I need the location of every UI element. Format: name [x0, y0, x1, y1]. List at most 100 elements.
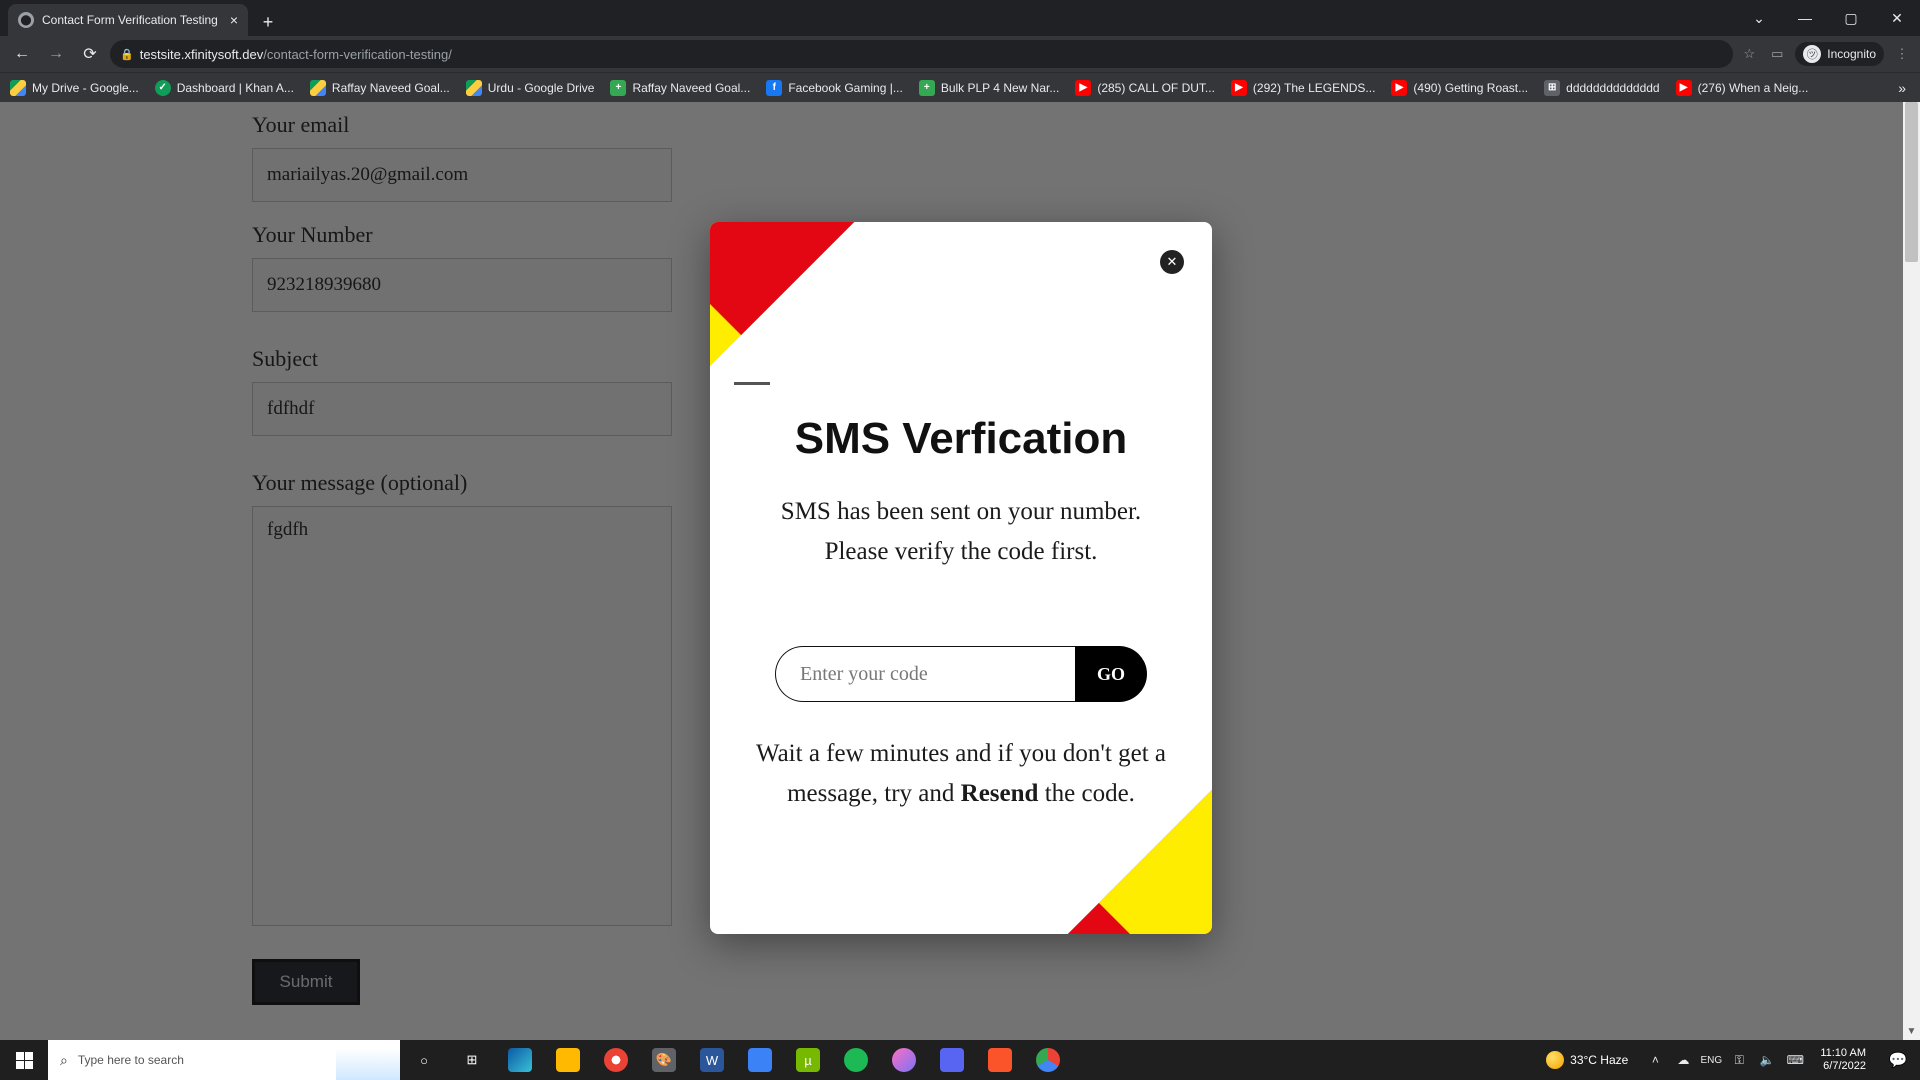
maximize-button[interactable]: ▢: [1828, 0, 1874, 36]
taskbar-edge-button[interactable]: [496, 1040, 544, 1080]
taskbar-paint-button[interactable]: 🎨: [640, 1040, 688, 1080]
taskbar-utorrent-button[interactable]: µ: [784, 1040, 832, 1080]
weather-icon: [1546, 1051, 1564, 1069]
bookmark-item[interactable]: + Bulk PLP 4 New Nar...: [919, 80, 1060, 96]
plus-icon: +: [610, 80, 626, 96]
green-icon: ✓: [155, 80, 171, 96]
vertical-scrollbar[interactable]: ▲ ▼: [1903, 102, 1920, 1040]
tray-onedrive-icon[interactable]: ☁: [1672, 1053, 1694, 1067]
resend-link[interactable]: Resend: [961, 780, 1039, 807]
taskbar-word-button[interactable]: W: [688, 1040, 736, 1080]
bookmark-item[interactable]: ✓Dashboard | Khan A...: [155, 80, 294, 96]
taskbar-taskview-button[interactable]: ⊞: [448, 1040, 496, 1080]
new-tab-button[interactable]: +: [254, 8, 282, 36]
spotify-icon: [844, 1048, 868, 1072]
yt-icon: ▶: [1676, 80, 1692, 96]
scroll-down-arrow[interactable]: ▼: [1903, 1023, 1920, 1040]
taskbar-spotify-button[interactable]: [832, 1040, 880, 1080]
chrome-icon: [1036, 1048, 1060, 1072]
browser-tab[interactable]: ⬤ Contact Form Verification Testing ×: [8, 4, 248, 36]
kebab-menu-icon[interactable]: ⋮: [1892, 46, 1912, 62]
word-icon: W: [700, 1048, 724, 1072]
system-tray: 33°C Haze ˄ ☁ ENG ⚿ 🔈 ⌨ 11:10 AM 6/7/202…: [1546, 1040, 1920, 1080]
tray-language-icon[interactable]: ENG: [1700, 1055, 1722, 1066]
bookmark-label: Raffay Naveed Goal...: [332, 81, 450, 95]
decorative-corner-tl: [710, 222, 854, 366]
bookmarks-bar: My Drive - Google... ✓Dashboard | Khan A.…: [0, 72, 1920, 102]
taskbar-clock[interactable]: 11:10 AM 6/7/2022: [1812, 1047, 1874, 1073]
fb-icon: f: [766, 80, 782, 96]
bookmarks-overflow[interactable]: »: [1898, 80, 1910, 96]
tray-volume-icon[interactable]: 🔈: [1756, 1053, 1778, 1067]
forward-button[interactable]: →: [42, 45, 70, 63]
tray-wifi-icon[interactable]: ⚿: [1728, 1053, 1750, 1068]
bookmark-label: Bulk PLP 4 New Nar...: [941, 81, 1060, 95]
brave-icon: [988, 1048, 1012, 1072]
bookmark-item[interactable]: ▶ (292) The LEGENDS...: [1231, 80, 1376, 96]
taskbar-todo-button[interactable]: [736, 1040, 784, 1080]
window-controls: ⌄ — ▢ ✕: [1736, 0, 1920, 36]
bookmark-label: Facebook Gaming |...: [788, 81, 903, 95]
scrollbar-thumb[interactable]: [1905, 102, 1918, 262]
taskbar-search[interactable]: ⌕ Type here to search: [48, 1040, 400, 1080]
windows-logo-icon: [16, 1052, 33, 1069]
taskbar-explorer-button[interactable]: [544, 1040, 592, 1080]
decorative-dash: [734, 382, 770, 385]
taskbar-messenger-button[interactable]: [880, 1040, 928, 1080]
bookmark-label: Urdu - Google Drive: [488, 81, 595, 95]
bookmark-item[interactable]: +Raffay Naveed Goal...: [610, 80, 750, 96]
drive-icon: [466, 80, 482, 96]
address-bar[interactable]: 🔒 testsite.xfinitysoft.dev/contact-form-…: [110, 40, 1733, 68]
tray-chevron-up-icon[interactable]: ˄: [1644, 1053, 1666, 1067]
start-button[interactable]: [0, 1040, 48, 1080]
weather-widget[interactable]: 33°C Haze: [1546, 1051, 1628, 1069]
edge-icon: [508, 1048, 532, 1072]
bookmark-item[interactable]: f Facebook Gaming |...: [766, 80, 903, 96]
bookmark-item[interactable]: My Drive - Google...: [10, 80, 139, 96]
yt-icon: ▶: [1231, 80, 1247, 96]
chrome-red-icon: [604, 1048, 628, 1072]
windows-taskbar: ⌕ Type here to search ○ ⊞ 🎨 Wµ 33°C Haze ˄ …: [0, 1040, 1920, 1080]
sms-verification-modal: ✕ SMS Verfication SMS has been sent on y…: [710, 222, 1212, 934]
incognito-icon: ㋡: [1803, 45, 1821, 63]
bookmark-label: (276) When a Neig...: [1698, 81, 1809, 95]
url-text: testsite.xfinitysoft.dev/contact-form-ve…: [140, 47, 452, 62]
cortana-icon: ○: [412, 1048, 436, 1072]
chevron-down-icon[interactable]: ⌄: [1736, 0, 1782, 36]
go-button[interactable]: GO: [1075, 646, 1147, 702]
bookmark-label: (292) The LEGENDS...: [1253, 81, 1376, 95]
page-viewport: Your email Your Number Subject Your mess…: [0, 102, 1920, 1040]
plus-icon: +: [919, 80, 935, 96]
taskbar-chrome-button[interactable]: [1024, 1040, 1072, 1080]
panel-icon[interactable]: ▭: [1767, 46, 1787, 62]
modal-instruction: SMS has been sent on your number. Please…: [750, 492, 1172, 572]
bookmark-item[interactable]: ▶ (276) When a Neig...: [1676, 80, 1809, 96]
modal-resend-text: Wait a few minutes and if you don't get …: [750, 734, 1172, 814]
bookmark-item[interactable]: Urdu - Google Drive: [466, 80, 595, 96]
bookmark-item[interactable]: ⊞dddddddddddddd: [1544, 80, 1659, 96]
close-modal-button[interactable]: ✕: [1160, 250, 1184, 274]
messenger-icon: [892, 1048, 916, 1072]
action-center-button[interactable]: 💬: [1880, 1040, 1916, 1080]
close-tab-icon[interactable]: ×: [230, 12, 238, 28]
taskbar-brave-button[interactable]: [976, 1040, 1024, 1080]
incognito-badge[interactable]: ㋡ Incognito: [1795, 42, 1884, 66]
yt-icon: ▶: [1075, 80, 1091, 96]
taskbar-discord-button[interactable]: [928, 1040, 976, 1080]
bookmark-label: (490) Getting Roast...: [1413, 81, 1528, 95]
close-window-button[interactable]: ✕: [1874, 0, 1920, 36]
bookmark-label: dddddddddddddd: [1566, 81, 1659, 95]
bookmark-item[interactable]: ▶(490) Getting Roast...: [1391, 80, 1528, 96]
back-button[interactable]: ←: [8, 45, 36, 63]
star-icon[interactable]: ☆: [1739, 46, 1759, 62]
taskbar-cortana-button[interactable]: ○: [400, 1040, 448, 1080]
minimize-button[interactable]: —: [1782, 0, 1828, 36]
utorrent-icon: µ: [796, 1048, 820, 1072]
bookmark-item[interactable]: ▶(285) CALL OF DUT...: [1075, 80, 1215, 96]
reload-button[interactable]: ⟳: [76, 44, 104, 64]
tray-keyboard-icon[interactable]: ⌨: [1784, 1053, 1806, 1067]
code-input[interactable]: [775, 646, 1075, 702]
drive-icon: [310, 80, 326, 96]
taskbar-chrome-red-button[interactable]: [592, 1040, 640, 1080]
bookmark-item[interactable]: Raffay Naveed Goal...: [310, 80, 450, 96]
